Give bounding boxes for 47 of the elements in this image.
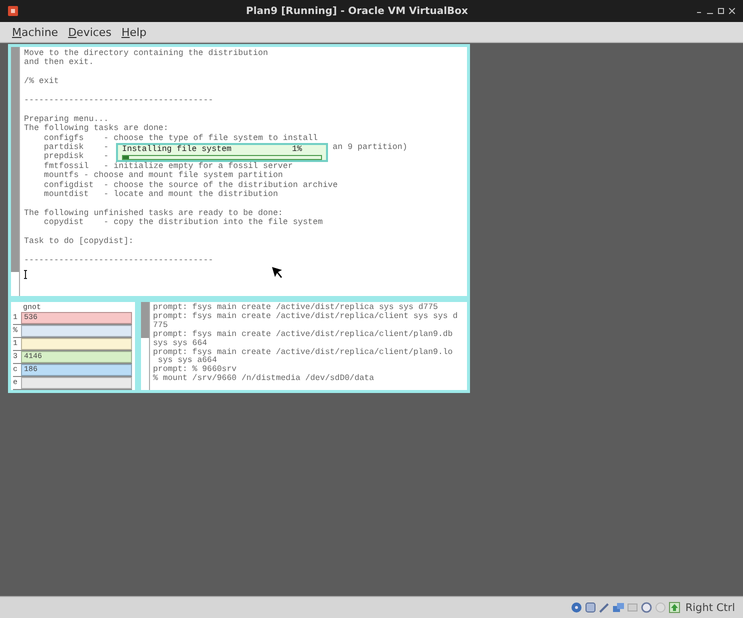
terminal-line: /% exit	[24, 77, 59, 87]
app-icon	[8, 6, 18, 16]
scrollbar[interactable]	[11, 47, 20, 296]
terminal-line: partdisk -	[42, 143, 109, 152]
terminal-line: and then exit.	[24, 58, 94, 68]
terminal-line: The following tasks are done:	[24, 124, 168, 134]
terminal-line: prompt: fsys main create /active/dist/replica/client/plan9.lo	[153, 348, 453, 357]
menu-item[interactable]: Devices	[68, 26, 112, 38]
terminal-line: configfs - choose the type of file system to install	[42, 134, 318, 143]
disc-icon[interactable]	[571, 602, 582, 613]
terminal-line: fmtfossil - initialize empty for a fossil server	[42, 162, 293, 171]
terminal-line: copydist - copy the distribution into the file system	[42, 218, 323, 228]
window-title: Plan9 [Running] - Oracle VM VirtualBox	[245, 6, 469, 16]
cursor-icon	[272, 267, 283, 278]
pencil-icon[interactable]	[599, 602, 610, 613]
progress-label: Installing file system	[122, 145, 232, 154]
terminal-line: prompt: fsys main create /active/dist/replica/client sys sys d	[153, 312, 458, 322]
circle-icon[interactable]	[641, 602, 652, 613]
terminal-line: mountfs - choose and mount file system partition	[42, 171, 283, 181]
terminal-line: --------------------------------------	[24, 96, 214, 106]
monitors-icon[interactable]	[613, 602, 624, 613]
scrollbar[interactable]	[141, 302, 150, 390]
text-cursor-icon	[24, 270, 27, 279]
terminal-line: sys sys a664	[158, 357, 217, 366]
terminal-line: configdist - choose the source of the distribution archive	[42, 180, 338, 190]
terminal-line: --------------------------------------	[24, 256, 214, 266]
terminal-line: prompt: fsys main create /active/dist/replica sys sys d775	[153, 304, 438, 312]
terminal-line: Preparing menu...	[24, 114, 109, 124]
square-icon[interactable]	[585, 602, 596, 613]
terminal-line: % mount /srv/9660 /n/distmedia /dev/sdD0/data	[153, 375, 374, 384]
terminal-line: sys sys 664	[153, 340, 208, 348]
terminal-line: The following unfinished tasks are ready to be done:	[24, 208, 283, 218]
progress-reading: 1%	[292, 145, 302, 154]
maximize-icon[interactable]	[718, 8, 724, 14]
terminal-line: prompt: % 9660srv	[153, 366, 237, 374]
terminal-line: Move to the directory containing the distribution	[24, 49, 268, 58]
terminal-line: an 9 partition)	[332, 143, 408, 152]
host-key-label: Right Ctrl	[685, 602, 735, 614]
terminal-line: Task to do [copydist]:	[24, 237, 134, 246]
terminal-line: prepdisk -	[42, 152, 109, 162]
arrow-icon	[669, 602, 680, 613]
close-icon[interactable]	[729, 8, 735, 14]
terminal-line: mountdist - locate and mount the distribution	[42, 190, 278, 200]
terminal-line: prompt: fsys main create /active/dist/replica/client/plan9.db	[153, 330, 453, 340]
menu-item[interactable]: Machine	[12, 26, 58, 38]
terminal-line: 775	[153, 322, 168, 330]
menu-item[interactable]: Help	[121, 26, 147, 38]
